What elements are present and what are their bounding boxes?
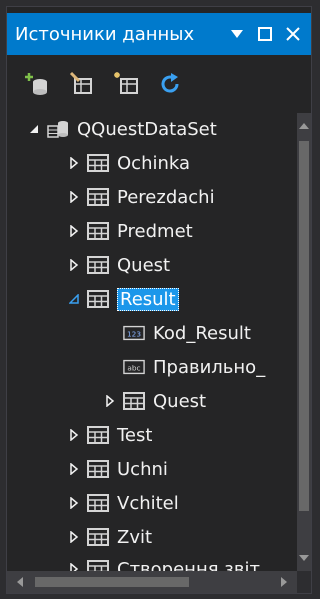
tree-item-label: Perezdachi [117, 186, 215, 208]
tree-item-vchitel[interactable]: Vchitel [67, 487, 179, 519]
tree-item-result[interactable]: Result [67, 283, 179, 315]
scroll-right-button[interactable] [275, 571, 293, 593]
tree-item-label: Predmet [117, 220, 193, 242]
table-icon [87, 425, 109, 445]
tree-item-label: Quest [117, 254, 171, 276]
table-icon [87, 459, 109, 479]
text-field-icon: abc [123, 357, 145, 377]
tree-item-result-quest[interactable]: Quest [103, 385, 206, 417]
tree-field-kod-result[interactable]: 123 Kod_Result [123, 317, 251, 349]
chevron-right-icon [281, 577, 287, 587]
vertical-scrollbar[interactable] [297, 113, 311, 571]
horizontal-scrollbar[interactable] [7, 571, 297, 593]
edit-dataset-icon [69, 71, 92, 94]
collapsed-arrow-icon[interactable] [67, 562, 81, 571]
chevron-down-icon [231, 30, 243, 38]
table-icon [87, 153, 109, 173]
chevron-up-icon [299, 123, 309, 129]
collapsed-arrow-icon[interactable] [67, 428, 81, 442]
table-icon [87, 255, 109, 275]
collapsed-arrow-icon[interactable] [67, 530, 81, 544]
tree-item-test[interactable]: Test [67, 419, 152, 451]
data-sources-panel: Источники данных QQuestDataSet Ochinka P… [6, 6, 312, 594]
chevron-down-icon [299, 555, 309, 561]
tree-root[interactable]: QQuestDataSet [27, 113, 217, 145]
dataset-icon [47, 119, 69, 139]
title-buttons [225, 13, 305, 55]
horizontal-scroll-thumb[interactable] [35, 577, 189, 587]
scroll-up-button[interactable] [297, 117, 311, 135]
configure-dataset-button[interactable] [111, 69, 141, 99]
collapsed-arrow-icon[interactable] [67, 156, 81, 170]
tree-item-stvorennya-zvit[interactable]: Створення звіт [67, 553, 260, 571]
tree-item-perezdachi[interactable]: Perezdachi [67, 181, 215, 213]
close-button[interactable] [281, 20, 305, 48]
configure-dataset-icon [114, 72, 138, 94]
refresh-icon [161, 73, 179, 93]
table-icon [87, 527, 109, 547]
table-icon [87, 289, 109, 309]
table-icon [123, 391, 145, 411]
tree-item-label: Створення звіт [117, 558, 260, 572]
tree-item-uchni[interactable]: Uchni [67, 453, 168, 485]
refresh-button[interactable] [155, 69, 185, 99]
text-field-glyph: abc [127, 364, 140, 373]
collapsed-arrow-icon[interactable] [103, 394, 117, 408]
numeric-field-glyph: 123 [127, 330, 141, 339]
tree-item-label: Ochinka [117, 152, 191, 174]
table-icon [87, 187, 109, 207]
panel-title-bar[interactable]: Источники данных [7, 13, 311, 55]
scroll-down-button[interactable] [297, 549, 311, 567]
tree-field-label: Правильно_ [153, 356, 266, 378]
tree-item-predmet[interactable]: Predmet [67, 215, 193, 247]
dropdown-button[interactable] [225, 20, 249, 48]
collapsed-arrow-icon[interactable] [67, 190, 81, 204]
tree-item-label: Vchitel [117, 492, 179, 514]
vertical-scroll-thumb[interactable] [299, 141, 309, 511]
tree-item-label-selected: Result [117, 287, 179, 311]
close-icon [286, 27, 300, 41]
add-datasource-button[interactable] [23, 69, 53, 99]
chevron-left-icon [17, 577, 23, 587]
collapsed-arrow-icon[interactable] [67, 224, 81, 238]
table-icon [87, 221, 109, 241]
tree-item-label: Test [117, 424, 153, 446]
maximize-icon [258, 27, 272, 41]
scroll-left-button[interactable] [11, 571, 29, 593]
numeric-field-icon: 123 [123, 323, 145, 343]
collapsed-arrow-icon[interactable] [67, 496, 81, 510]
panel-toolbar [7, 59, 311, 109]
collapsed-arrow-icon[interactable] [67, 258, 81, 272]
edit-dataset-button[interactable] [67, 69, 97, 99]
table-icon [87, 493, 109, 513]
panel-title: Источники данных [15, 23, 195, 45]
tree-item-ochinka[interactable]: Ochinka [67, 147, 190, 179]
table-icon [87, 559, 109, 571]
maximize-button[interactable] [253, 20, 277, 48]
tree-field-pravilno[interactable]: abc Правильно_ [123, 351, 265, 383]
add-datasource-icon [25, 73, 47, 95]
collapsed-arrow-icon[interactable] [67, 462, 81, 476]
tree-item-label: Uchni [117, 458, 168, 480]
tree-item-label: Zvit [117, 526, 153, 548]
tree-item-quest[interactable]: Quest [67, 249, 170, 281]
expanded-arrow-icon[interactable] [27, 122, 41, 136]
datasource-tree: QQuestDataSet Ochinka Perezdachi Predmet… [7, 113, 297, 571]
tree-item-zvit[interactable]: Zvit [67, 521, 152, 553]
tree-root-label: QQuestDataSet [77, 118, 217, 140]
expanded-arrow-icon[interactable] [67, 292, 81, 306]
scrollbar-corner [297, 571, 311, 593]
tree-item-label: Quest [153, 390, 207, 412]
tree-field-label: Kod_Result [153, 322, 251, 344]
